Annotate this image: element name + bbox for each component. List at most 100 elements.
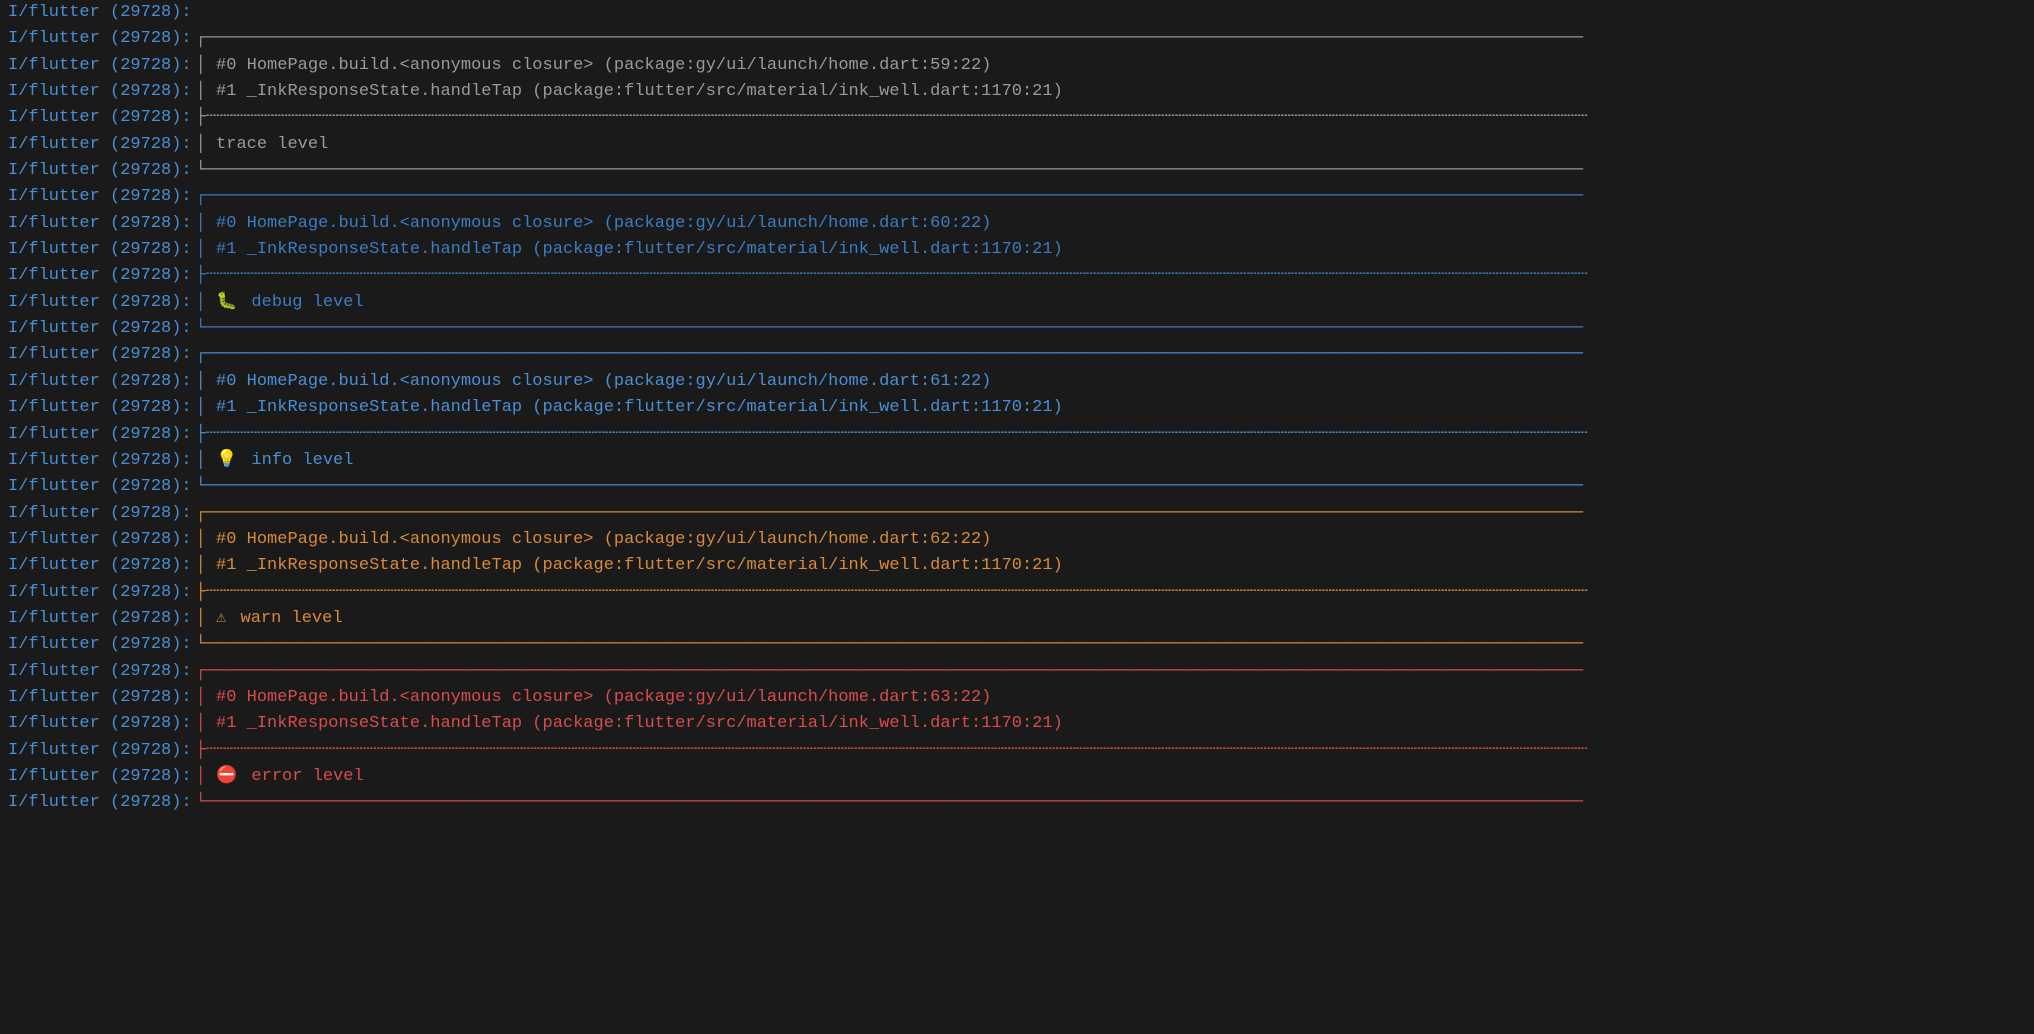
- log-prefix: I/flutter (29728):: [8, 290, 192, 316]
- log-payload: │ ⛔ error level: [192, 764, 364, 790]
- log-prefix: I/flutter (29728):: [8, 553, 192, 579]
- log-box-separator: I/flutter (29728):├┄┄┄┄┄┄┄┄┄┄┄┄┄┄┄┄┄┄┄┄┄…: [8, 580, 2026, 606]
- stack-frame: #0 HomePage.build.<anonymous closure> (p…: [216, 56, 991, 75]
- log-box-bottom: I/flutter (29728):└─────────────────────…: [8, 790, 2026, 816]
- log-prefix: I/flutter (29728):: [8, 764, 192, 790]
- log-payload: │ 🐛 debug level: [192, 290, 364, 316]
- log-box-bottom: I/flutter (29728):└─────────────────────…: [8, 632, 2026, 658]
- stack-frame: #1 _InkResponseState.handleTap (package:…: [216, 82, 1063, 101]
- log-prefix: I/flutter (29728):: [8, 105, 192, 131]
- log-payload: ┌───────────────────────────────────────…: [192, 501, 1583, 527]
- log-payload: └───────────────────────────────────────…: [192, 158, 1583, 184]
- log-payload: ┌───────────────────────────────────────…: [192, 659, 1583, 685]
- log-box-top: I/flutter (29728):┌─────────────────────…: [8, 26, 2026, 52]
- log-box-separator: I/flutter (29728):├┄┄┄┄┄┄┄┄┄┄┄┄┄┄┄┄┄┄┄┄┄…: [8, 422, 2026, 448]
- log-payload: └───────────────────────────────────────…: [192, 316, 1583, 342]
- level-info-icon: 💡: [216, 451, 237, 470]
- log-box-bottom: I/flutter (29728):└─────────────────────…: [8, 474, 2026, 500]
- log-line-blank: I/flutter (29728):: [8, 0, 2026, 26]
- log-box-top: I/flutter (29728):┌─────────────────────…: [8, 342, 2026, 368]
- log-box-top: I/flutter (29728):┌─────────────────────…: [8, 184, 2026, 210]
- stack-frame: #1 _InkResponseState.handleTap (package:…: [216, 240, 1063, 259]
- log-payload: ├┄┄┄┄┄┄┄┄┄┄┄┄┄┄┄┄┄┄┄┄┄┄┄┄┄┄┄┄┄┄┄┄┄┄┄┄┄┄┄…: [192, 263, 1588, 289]
- log-payload: │ #0 HomePage.build.<anonymous closure> …: [192, 369, 992, 395]
- level-label: debug level: [251, 293, 363, 312]
- log-payload: │ trace level: [192, 132, 329, 158]
- log-box-separator: I/flutter (29728):├┄┄┄┄┄┄┄┄┄┄┄┄┄┄┄┄┄┄┄┄┄…: [8, 263, 2026, 289]
- log-payload: │ #0 HomePage.build.<anonymous closure> …: [192, 527, 992, 553]
- log-payload: │ #0 HomePage.build.<anonymous closure> …: [192, 685, 992, 711]
- log-payload: └───────────────────────────────────────…: [192, 790, 1583, 816]
- level-label: error level: [251, 767, 363, 786]
- log-payload: │ #0 HomePage.build.<anonymous closure> …: [192, 211, 992, 237]
- log-payload: │ ⚠ warn level: [192, 606, 343, 632]
- log-prefix: I/flutter (29728):: [8, 132, 192, 158]
- log-payload: ├┄┄┄┄┄┄┄┄┄┄┄┄┄┄┄┄┄┄┄┄┄┄┄┄┄┄┄┄┄┄┄┄┄┄┄┄┄┄┄…: [192, 580, 1588, 606]
- log-prefix: I/flutter (29728):: [8, 527, 192, 553]
- log-prefix: I/flutter (29728):: [8, 606, 192, 632]
- log-payload: │ #0 HomePage.build.<anonymous closure> …: [192, 53, 992, 79]
- log-prefix: I/flutter (29728):: [8, 632, 192, 658]
- log-label-line: I/flutter (29728):│ ⚠ warn level: [8, 606, 2026, 632]
- log-payload: │ #1 _InkResponseState.handleTap (packag…: [192, 237, 1063, 263]
- stack-frame: #1 _InkResponseState.handleTap (package:…: [216, 398, 1063, 417]
- log-label-line: I/flutter (29728):│ ⛔ error level: [8, 764, 2026, 790]
- stack-frame: #0 HomePage.build.<anonymous closure> (p…: [216, 372, 991, 391]
- log-prefix: I/flutter (29728):: [8, 685, 192, 711]
- log-stack-line: I/flutter (29728):│ #0 HomePage.build.<a…: [8, 53, 2026, 79]
- stack-frame: #1 _InkResponseState.handleTap (package:…: [216, 714, 1063, 733]
- stack-frame: #1 _InkResponseState.handleTap (package:…: [216, 556, 1063, 575]
- log-payload: │ 💡 info level: [192, 448, 354, 474]
- log-payload: ├┄┄┄┄┄┄┄┄┄┄┄┄┄┄┄┄┄┄┄┄┄┄┄┄┄┄┄┄┄┄┄┄┄┄┄┄┄┄┄…: [192, 422, 1588, 448]
- log-payload: │ #1 _InkResponseState.handleTap (packag…: [192, 79, 1063, 105]
- log-payload: │ #1 _InkResponseState.handleTap (packag…: [192, 395, 1063, 421]
- level-label: warn level: [241, 609, 343, 628]
- log-stack-line: I/flutter (29728):│ #1 _InkResponseState…: [8, 395, 2026, 421]
- log-prefix: I/flutter (29728):: [8, 342, 192, 368]
- level-label: trace level: [216, 135, 328, 154]
- log-label-line: I/flutter (29728):│ trace level: [8, 132, 2026, 158]
- log-prefix: I/flutter (29728):: [8, 211, 192, 237]
- log-stack-line: I/flutter (29728):│ #0 HomePage.build.<a…: [8, 369, 2026, 395]
- log-prefix: I/flutter (29728):: [8, 501, 192, 527]
- log-prefix: I/flutter (29728):: [8, 79, 192, 105]
- level-label: info level: [251, 451, 353, 470]
- log-stack-line: I/flutter (29728):│ #0 HomePage.build.<a…: [8, 527, 2026, 553]
- log-payload: ┌───────────────────────────────────────…: [192, 26, 1583, 52]
- log-prefix: I/flutter (29728):: [8, 711, 192, 737]
- stack-frame: #0 HomePage.build.<anonymous closure> (p…: [216, 688, 991, 707]
- log-prefix: I/flutter (29728):: [8, 738, 192, 764]
- log-payload: └───────────────────────────────────────…: [192, 632, 1583, 658]
- log-prefix: I/flutter (29728):: [8, 659, 192, 685]
- log-label-line: I/flutter (29728):│ 🐛 debug level: [8, 290, 2026, 316]
- log-output: I/flutter (29728):I/flutter (29728):┌───…: [0, 0, 2034, 817]
- log-box-bottom: I/flutter (29728):└─────────────────────…: [8, 158, 2026, 184]
- log-payload: │ #1 _InkResponseState.handleTap (packag…: [192, 553, 1063, 579]
- log-prefix: I/flutter (29728):: [8, 53, 192, 79]
- log-prefix: I/flutter (29728):: [8, 580, 192, 606]
- log-prefix: I/flutter (29728):: [8, 422, 192, 448]
- log-prefix: I/flutter (29728):: [8, 263, 192, 289]
- log-box-separator: I/flutter (29728):├┄┄┄┄┄┄┄┄┄┄┄┄┄┄┄┄┄┄┄┄┄…: [8, 105, 2026, 131]
- level-warn-icon: ⚠: [216, 609, 226, 628]
- log-stack-line: I/flutter (29728):│ #1 _InkResponseState…: [8, 79, 2026, 105]
- log-stack-line: I/flutter (29728):│ #1 _InkResponseState…: [8, 237, 2026, 263]
- level-debug-icon: 🐛: [216, 293, 237, 312]
- log-prefix: I/flutter (29728):: [8, 184, 192, 210]
- log-box-top: I/flutter (29728):┌─────────────────────…: [8, 501, 2026, 527]
- log-prefix: I/flutter (29728):: [8, 369, 192, 395]
- log-stack-line: I/flutter (29728):│ #1 _InkResponseState…: [8, 553, 2026, 579]
- log-payload: ├┄┄┄┄┄┄┄┄┄┄┄┄┄┄┄┄┄┄┄┄┄┄┄┄┄┄┄┄┄┄┄┄┄┄┄┄┄┄┄…: [192, 105, 1588, 131]
- log-prefix: I/flutter (29728):: [8, 316, 192, 342]
- log-payload: [192, 0, 196, 26]
- log-label-line: I/flutter (29728):│ 💡 info level: [8, 448, 2026, 474]
- log-box-bottom: I/flutter (29728):└─────────────────────…: [8, 316, 2026, 342]
- log-payload: ┌───────────────────────────────────────…: [192, 184, 1583, 210]
- level-error-icon: ⛔: [216, 767, 237, 786]
- log-box-top: I/flutter (29728):┌─────────────────────…: [8, 659, 2026, 685]
- log-prefix: I/flutter (29728):: [8, 0, 192, 26]
- log-stack-line: I/flutter (29728):│ #0 HomePage.build.<a…: [8, 685, 2026, 711]
- log-box-separator: I/flutter (29728):├┄┄┄┄┄┄┄┄┄┄┄┄┄┄┄┄┄┄┄┄┄…: [8, 738, 2026, 764]
- log-payload: └───────────────────────────────────────…: [192, 474, 1583, 500]
- log-payload: │ #1 _InkResponseState.handleTap (packag…: [192, 711, 1063, 737]
